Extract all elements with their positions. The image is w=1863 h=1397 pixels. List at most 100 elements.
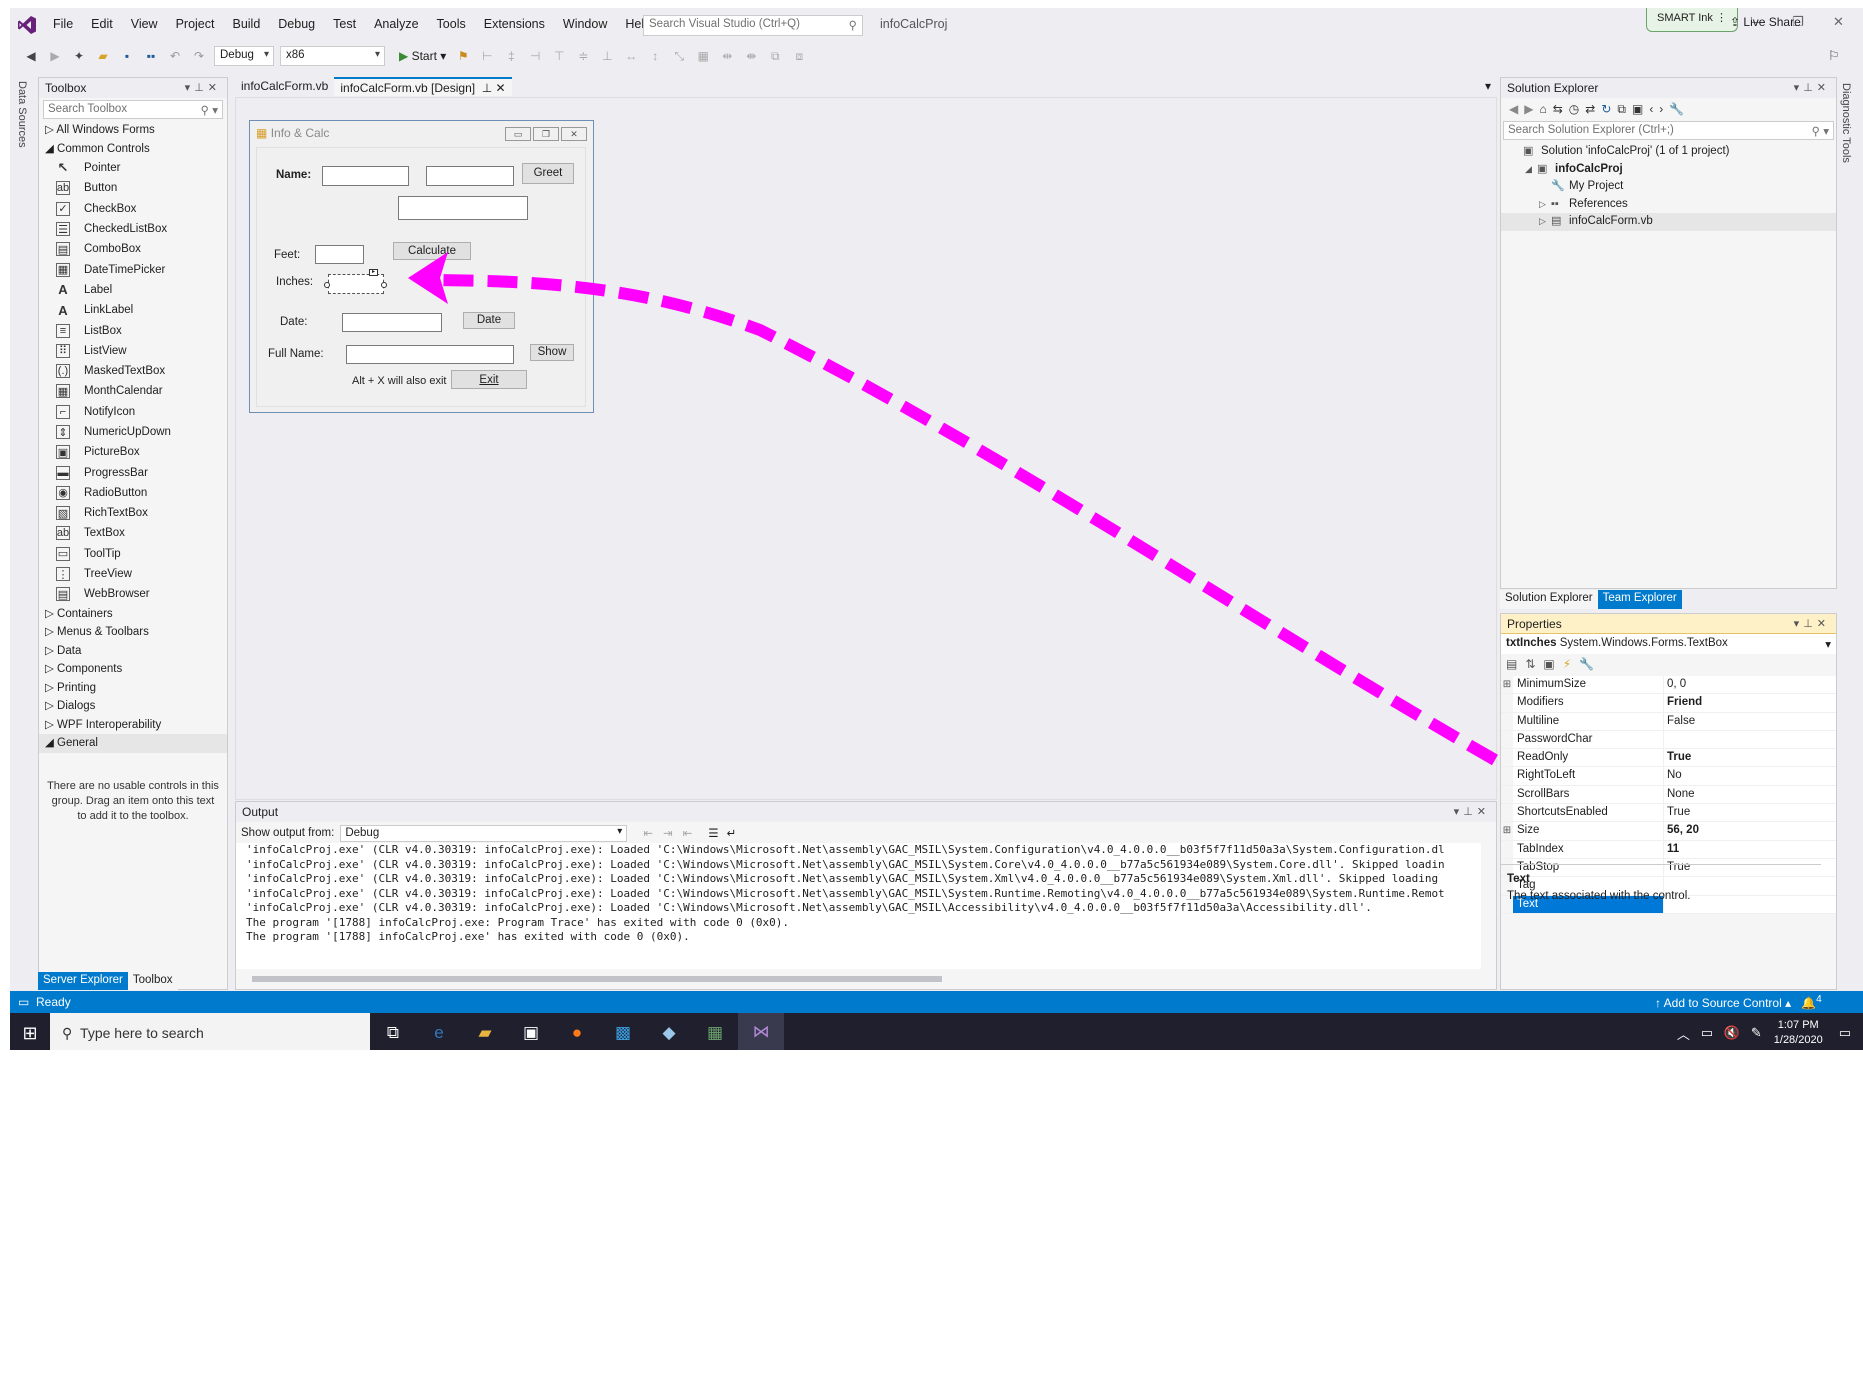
- menu-window[interactable]: Window: [554, 8, 616, 41]
- align-lefts-icon[interactable]: ⊢: [478, 47, 496, 65]
- smart-tag-icon[interactable]: ▸: [369, 269, 378, 276]
- taskbar-search-input[interactable]: ⚲ Type here to search: [50, 1013, 370, 1050]
- new-project-icon[interactable]: ✦: [70, 47, 88, 65]
- pin-icon[interactable]: ⊥: [194, 82, 208, 94]
- toolbox-item-linklabel[interactable]: A LinkLabel: [39, 300, 227, 320]
- output-text[interactable]: 'infoCalcProj.exe' (CLR v4.0.30319: info…: [236, 843, 1481, 969]
- redo-icon[interactable]: ↷: [190, 47, 208, 65]
- tab-infocalcform-vb[interactable]: infoCalcForm.vb: [235, 77, 334, 96]
- save-icon[interactable]: ▪: [118, 47, 136, 65]
- search-visual-studio-input[interactable]: Search Visual Studio (Ctrl+Q) ⚲: [643, 15, 863, 36]
- property-row-righttoleft[interactable]: RightToLeft No: [1501, 767, 1836, 786]
- tree-node[interactable]: ▷ ▪▪ References: [1501, 196, 1836, 214]
- toolbox-item-tooltip[interactable]: ▭ ToolTip: [39, 544, 227, 564]
- close-icon[interactable]: ✕: [1817, 618, 1830, 630]
- clear-all-icon[interactable]: ☰: [708, 826, 718, 840]
- server-explorer-tab[interactable]: Server Explorer: [38, 972, 128, 990]
- make-same-size-icon[interactable]: ⤡: [670, 47, 688, 65]
- expand-icon[interactable]: ◢: [1525, 161, 1537, 178]
- show-all-files-icon[interactable]: ▣: [1632, 102, 1649, 116]
- toolbox-item-checkedlistbox[interactable]: ☰ CheckedListBox: [39, 219, 227, 239]
- resize-handle-right[interactable]: [381, 282, 387, 288]
- sync-icon[interactable]: ⇄: [1585, 102, 1601, 116]
- menu-analyze[interactable]: Analyze: [365, 8, 427, 41]
- forward-icon[interactable]: ▶: [46, 47, 64, 65]
- group-data[interactable]: ▷ Data: [39, 642, 227, 661]
- windows-start-icon[interactable]: ⊞: [10, 1023, 50, 1044]
- solution-explorer-tab[interactable]: Solution Explorer: [1500, 590, 1598, 609]
- add-to-source-control-button[interactable]: ↑ Add to Source Control ▴ 🔔4: [1655, 994, 1822, 1010]
- bring-to-front-icon[interactable]: ⧉: [766, 47, 784, 65]
- menu-file[interactable]: File: [44, 8, 82, 41]
- close-icon[interactable]: ✕: [1817, 82, 1830, 94]
- toolbox-item-label[interactable]: A Label: [39, 280, 227, 300]
- network-icon[interactable]: ▭: [1701, 1025, 1713, 1041]
- home-icon[interactable]: ⌂: [1539, 102, 1552, 116]
- group-general[interactable]: ◢ General: [39, 734, 227, 753]
- name-textbox[interactable]: [322, 166, 409, 186]
- toolbox-item-pointer[interactable]: ↖ Pointer: [39, 158, 227, 178]
- pin-icon[interactable]: ⊥: [1463, 806, 1477, 818]
- dropdown-icon[interactable]: ▾: [1794, 618, 1804, 630]
- action-center-icon[interactable]: ▭: [1839, 1025, 1851, 1041]
- group-all-windows-forms[interactable]: ▷ All Windows Forms: [39, 121, 227, 140]
- tree-node[interactable]: ◢ ▣ infoCalcProj: [1501, 161, 1836, 179]
- size-to-grid-icon[interactable]: ▦: [694, 47, 712, 65]
- file-explorer-icon[interactable]: ▰: [462, 1013, 508, 1050]
- group-menus-toolbars[interactable]: ▷ Menus & Toolbars: [39, 623, 227, 642]
- volume-muted-icon[interactable]: 🔇: [1724, 1025, 1740, 1041]
- resize-handle-left[interactable]: [324, 282, 330, 288]
- send-to-back-icon[interactable]: ⧈: [790, 47, 808, 65]
- property-row-shortcutsenabled[interactable]: ShortcutsEnabled True: [1501, 804, 1836, 823]
- back-icon[interactable]: ◀: [22, 47, 40, 65]
- tree-node[interactable]: ▣ Solution 'infoCalcProj' (1 of 1 project…: [1501, 143, 1836, 161]
- property-pages-icon[interactable]: 🔧: [1579, 657, 1602, 671]
- date-button[interactable]: Date: [463, 312, 515, 329]
- view-code-icon[interactable]: ‹›: [1649, 102, 1669, 116]
- menu-extensions[interactable]: Extensions: [475, 8, 554, 41]
- open-folder-icon[interactable]: ▰: [94, 47, 112, 65]
- toolbox-item-radiobutton[interactable]: ◉ RadioButton: [39, 483, 227, 503]
- greet-button[interactable]: Greet: [522, 163, 574, 184]
- dropdown-icon[interactable]: ▾: [1454, 806, 1464, 818]
- tab-overflow-icon[interactable]: ▾: [1479, 77, 1497, 96]
- property-value[interactable]: False: [1663, 712, 1836, 730]
- pin-icon[interactable]: ⊥: [1803, 82, 1817, 94]
- smart-notebook-icon[interactable]: ◆: [646, 1013, 692, 1050]
- live-share-button[interactable]: ⇪ Live Share: [1730, 15, 1801, 29]
- edge-icon[interactable]: e: [416, 1013, 462, 1050]
- date-textbox[interactable]: [342, 313, 442, 332]
- toolbox-item-monthcalendar[interactable]: ▦ MonthCalendar: [39, 381, 227, 401]
- toolbox-item-webbrowser[interactable]: ▤ WebBrowser: [39, 584, 227, 604]
- make-same-height-icon[interactable]: ↕: [646, 47, 664, 65]
- output-horizontal-scrollbar[interactable]: [242, 974, 1482, 984]
- feedback-icon[interactable]: ⚐: [1828, 48, 1840, 64]
- toolbox-item-button[interactable]: ab Button: [39, 178, 227, 198]
- menu-view[interactable]: View: [122, 8, 167, 41]
- group-containers[interactable]: ▷ Containers: [39, 605, 227, 624]
- property-row-readonly[interactable]: ReadOnly True: [1501, 749, 1836, 768]
- events-icon[interactable]: ⚡: [1563, 657, 1579, 671]
- task-view-icon[interactable]: ⧉: [370, 1013, 416, 1050]
- group-wpf-interoperability[interactable]: ▷ WPF Interoperability: [39, 716, 227, 735]
- dropdown-icon[interactable]: ▾: [185, 82, 195, 94]
- group-dialogs[interactable]: ▷ Dialogs: [39, 697, 227, 716]
- alphabetical-icon[interactable]: ⇅: [1525, 657, 1543, 671]
- forward-icon[interactable]: ▶: [1524, 102, 1539, 116]
- show-button[interactable]: Show: [530, 344, 574, 361]
- save-all-icon[interactable]: ▪▪: [142, 47, 160, 65]
- fullname-textbox[interactable]: [346, 345, 514, 364]
- feet-textbox[interactable]: [315, 245, 364, 264]
- toolbox-item-checkbox[interactable]: ✓ CheckBox: [39, 199, 227, 219]
- categorized-icon[interactable]: ▤: [1506, 657, 1525, 671]
- store-icon[interactable]: ▣: [508, 1013, 554, 1050]
- collapse-all-icon[interactable]: ⧉: [1617, 102, 1632, 117]
- expand-icon[interactable]: ⊞: [1501, 676, 1513, 694]
- property-value[interactable]: No: [1663, 767, 1836, 785]
- property-value[interactable]: True: [1663, 749, 1836, 767]
- toolbox-item-listview[interactable]: ⠿ ListView: [39, 341, 227, 361]
- toolbox-tab[interactable]: Toolbox: [127, 972, 178, 990]
- tree-node[interactable]: 🔧 My Project: [1501, 178, 1836, 196]
- property-value[interactable]: True: [1663, 804, 1836, 822]
- dropdown-icon[interactable]: ▾: [1794, 82, 1804, 94]
